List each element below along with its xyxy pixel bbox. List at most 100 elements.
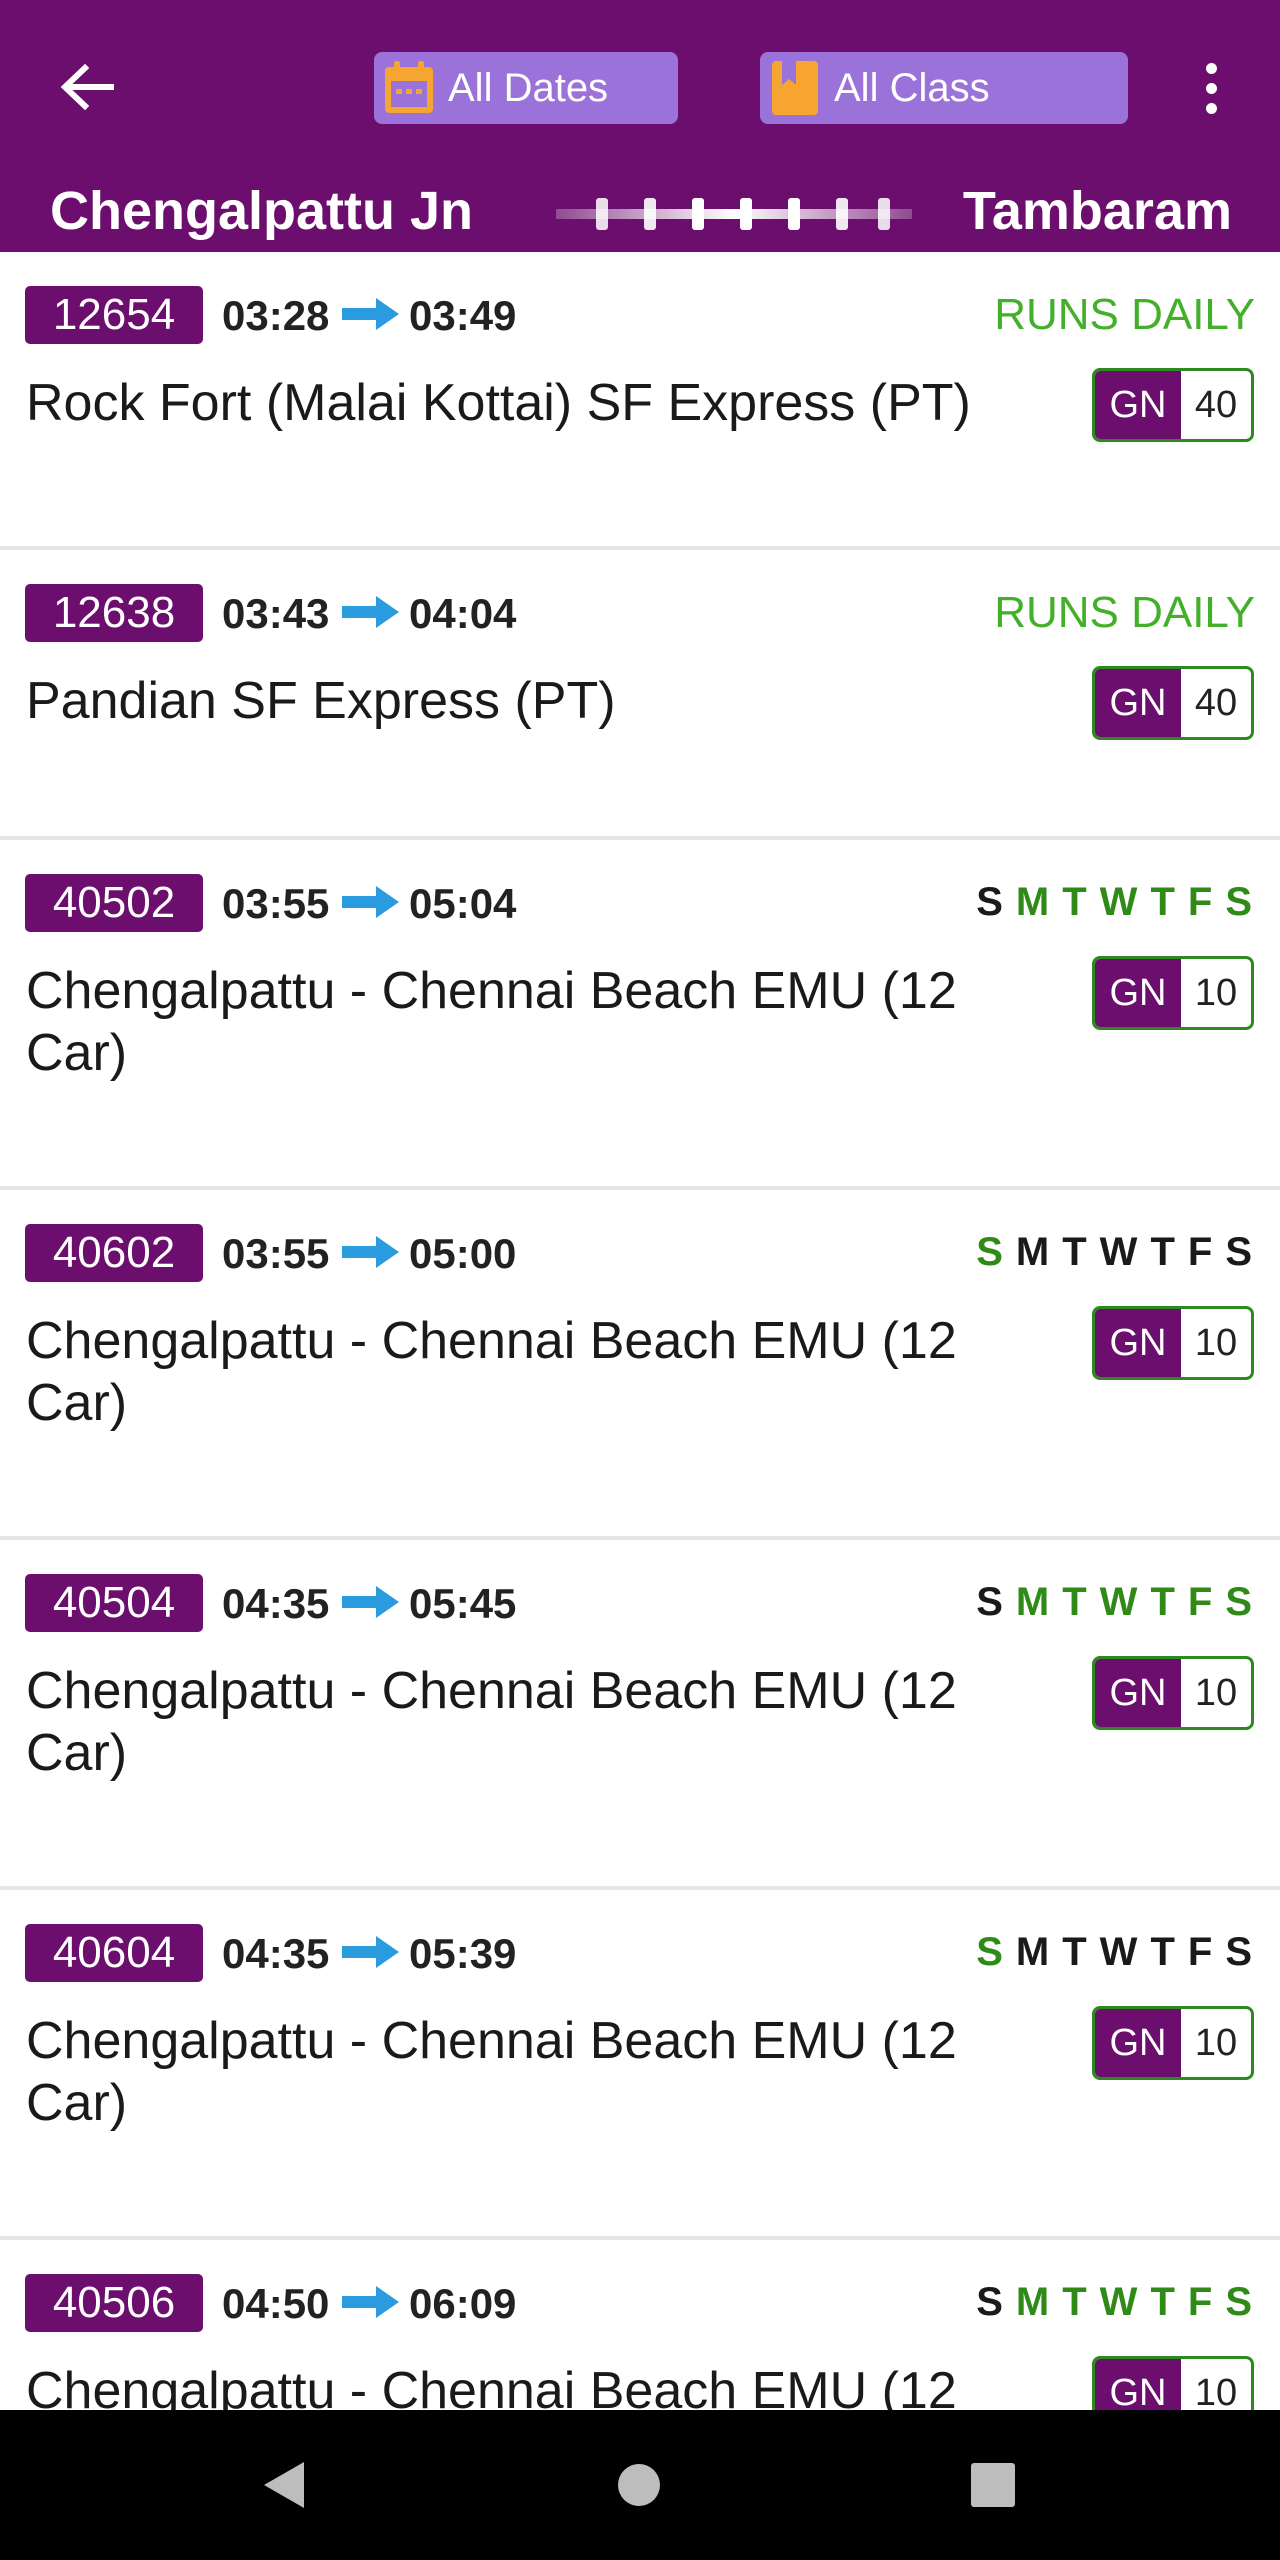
class-code: GN: [1095, 959, 1181, 1027]
run-days: SMTWTFS: [976, 2280, 1252, 2325]
arrival-time: 05:04: [409, 880, 517, 927]
run-day: F: [1187, 1230, 1213, 1274]
nav-back-button[interactable]: [246, 2448, 320, 2522]
train-number-badge: 40602: [25, 1224, 203, 1282]
run-day: T: [1062, 880, 1087, 924]
run-day: S: [1225, 880, 1252, 924]
overflow-menu-button[interactable]: [1186, 52, 1236, 124]
arrow-right-icon: [342, 886, 399, 918]
class-count: 40: [1194, 681, 1238, 724]
nav-home-button[interactable]: [602, 2448, 676, 2522]
run-day: M: [1015, 1580, 1050, 1624]
class-availability[interactable]: GN 40: [1092, 368, 1254, 442]
departure-time: 03:28: [222, 292, 330, 339]
train-name: Chengalpattu - Chennai Beach EMU (12 Car…: [26, 1662, 957, 1782]
runs-daily-label: RUNS DAILY: [994, 588, 1255, 637]
train-name: Rock Fort (Malai Kottai) SF Express (PT): [26, 374, 971, 432]
run-days: SMTWTFS: [976, 880, 1252, 925]
bookmark-icon: [768, 59, 822, 117]
run-day: S: [1225, 1930, 1252, 1974]
arrow-right-icon: [342, 1586, 399, 1618]
train-name: Chengalpattu - Chennai Beach EMU (12 Car…: [26, 1312, 957, 1432]
run-day: T: [1150, 1230, 1175, 1274]
departure-time: 04:35: [222, 1930, 330, 1977]
run-day: T: [1150, 880, 1175, 924]
train-card[interactable]: 40506 04:50 06:09 SMTWTFS Chengalpattu -…: [0, 2240, 1280, 2410]
train-card[interactable]: 40604 04:35 05:39 SMTWTFS Chengalpattu -…: [0, 1890, 1280, 2236]
train-card[interactable]: 12638 03:43 04:04 RUNS DAILY Pandian SF …: [0, 550, 1280, 836]
class-count: 10: [1194, 2371, 1238, 2411]
dates-filter-label: All Dates: [448, 65, 609, 110]
run-day: T: [1062, 1580, 1087, 1624]
departure-time: 04:50: [222, 2280, 330, 2327]
train-number-badge: 12654: [25, 286, 203, 344]
run-day: T: [1062, 1930, 1087, 1974]
class-availability[interactable]: GN 10: [1092, 2006, 1254, 2080]
run-days: SMTWTFS: [976, 1930, 1252, 1975]
departure-time: 04:35: [222, 1580, 330, 1627]
train-number-badge: 40506: [25, 2274, 203, 2332]
run-day: M: [1015, 880, 1050, 924]
run-day: S: [976, 2280, 1003, 2324]
run-day: T: [1150, 1930, 1175, 1974]
run-day: M: [1015, 1230, 1050, 1274]
run-day: S: [976, 1230, 1003, 1274]
train-card[interactable]: 12654 03:28 03:49 RUNS DAILY Rock Fort (…: [0, 252, 1280, 546]
train-list: 12654 03:28 03:49 RUNS DAILY Rock Fort (…: [0, 252, 1280, 2410]
train-card[interactable]: 40504 04:35 05:45 SMTWTFS Chengalpattu -…: [0, 1540, 1280, 1886]
run-day: S: [1225, 2280, 1252, 2324]
class-availability[interactable]: GN 10: [1092, 2356, 1254, 2410]
more-vert-icon: [1205, 62, 1217, 74]
triangle-back-icon: [264, 2462, 304, 2508]
run-day: M: [1015, 1930, 1050, 1974]
departure-time: 03:55: [222, 1230, 330, 1277]
train-card[interactable]: 40502 03:55 05:04 SMTWTFS Chengalpattu -…: [0, 840, 1280, 1186]
app-bar: All Dates All Class Chengalpattu Jn Tamb…: [0, 0, 1280, 252]
run-day: W: [1099, 2280, 1138, 2324]
train-name: Chengalpattu - Chennai Beach EMU (12: [26, 2362, 957, 2410]
class-code: GN: [1095, 371, 1181, 439]
square-recents-icon: [971, 2463, 1015, 2507]
to-station: Tambaram: [962, 181, 1232, 241]
run-day: W: [1099, 1930, 1138, 1974]
class-filter-label: All Class: [834, 65, 990, 110]
class-filter-chip[interactable]: All Class: [760, 52, 1128, 124]
run-day: S: [976, 1930, 1003, 1974]
train-card[interactable]: 40602 03:55 05:00 SMTWTFS Chengalpattu -…: [0, 1190, 1280, 1536]
nav-recents-button[interactable]: [956, 2448, 1030, 2522]
class-availability[interactable]: GN 10: [1092, 956, 1254, 1030]
arrival-time: 05:00: [409, 1230, 517, 1277]
circle-home-icon: [618, 2464, 660, 2506]
class-availability[interactable]: GN 10: [1092, 1656, 1254, 1730]
arrow-right-icon: [342, 596, 399, 628]
arrow-right-icon: [342, 1936, 399, 1968]
run-day: T: [1150, 1580, 1175, 1624]
class-code: GN: [1095, 2009, 1181, 2077]
arrival-time: 03:49: [409, 292, 517, 339]
class-count: 10: [1194, 971, 1238, 1014]
railway-track-icon: [556, 198, 912, 230]
class-availability[interactable]: GN 40: [1092, 666, 1254, 740]
train-name: Pandian SF Express (PT): [26, 672, 616, 730]
run-day: M: [1015, 2280, 1050, 2324]
run-day: F: [1187, 2280, 1213, 2324]
arrow-right-icon: [342, 1236, 399, 1268]
run-day: W: [1099, 1230, 1138, 1274]
train-number-badge: 40504: [25, 1574, 203, 1632]
runs-daily-label: RUNS DAILY: [994, 290, 1255, 339]
train-name: Chengalpattu - Chennai Beach EMU (12 Car…: [26, 962, 957, 1082]
class-availability[interactable]: GN 10: [1092, 1306, 1254, 1380]
run-day: W: [1099, 880, 1138, 924]
run-days: SMTWTFS: [976, 1580, 1252, 1625]
departure-time: 03:55: [222, 880, 330, 927]
departure-time: 03:43: [222, 590, 330, 637]
arrival-time: 04:04: [409, 590, 517, 637]
calendar-icon: [382, 59, 436, 117]
run-day: F: [1187, 1930, 1213, 1974]
from-station: Chengalpattu Jn: [50, 181, 474, 241]
run-day: F: [1187, 1580, 1213, 1624]
run-day: S: [1225, 1580, 1252, 1624]
train-number-badge: 40604: [25, 1924, 203, 1982]
back-button[interactable]: [50, 50, 124, 124]
dates-filter-chip[interactable]: All Dates: [374, 52, 678, 124]
